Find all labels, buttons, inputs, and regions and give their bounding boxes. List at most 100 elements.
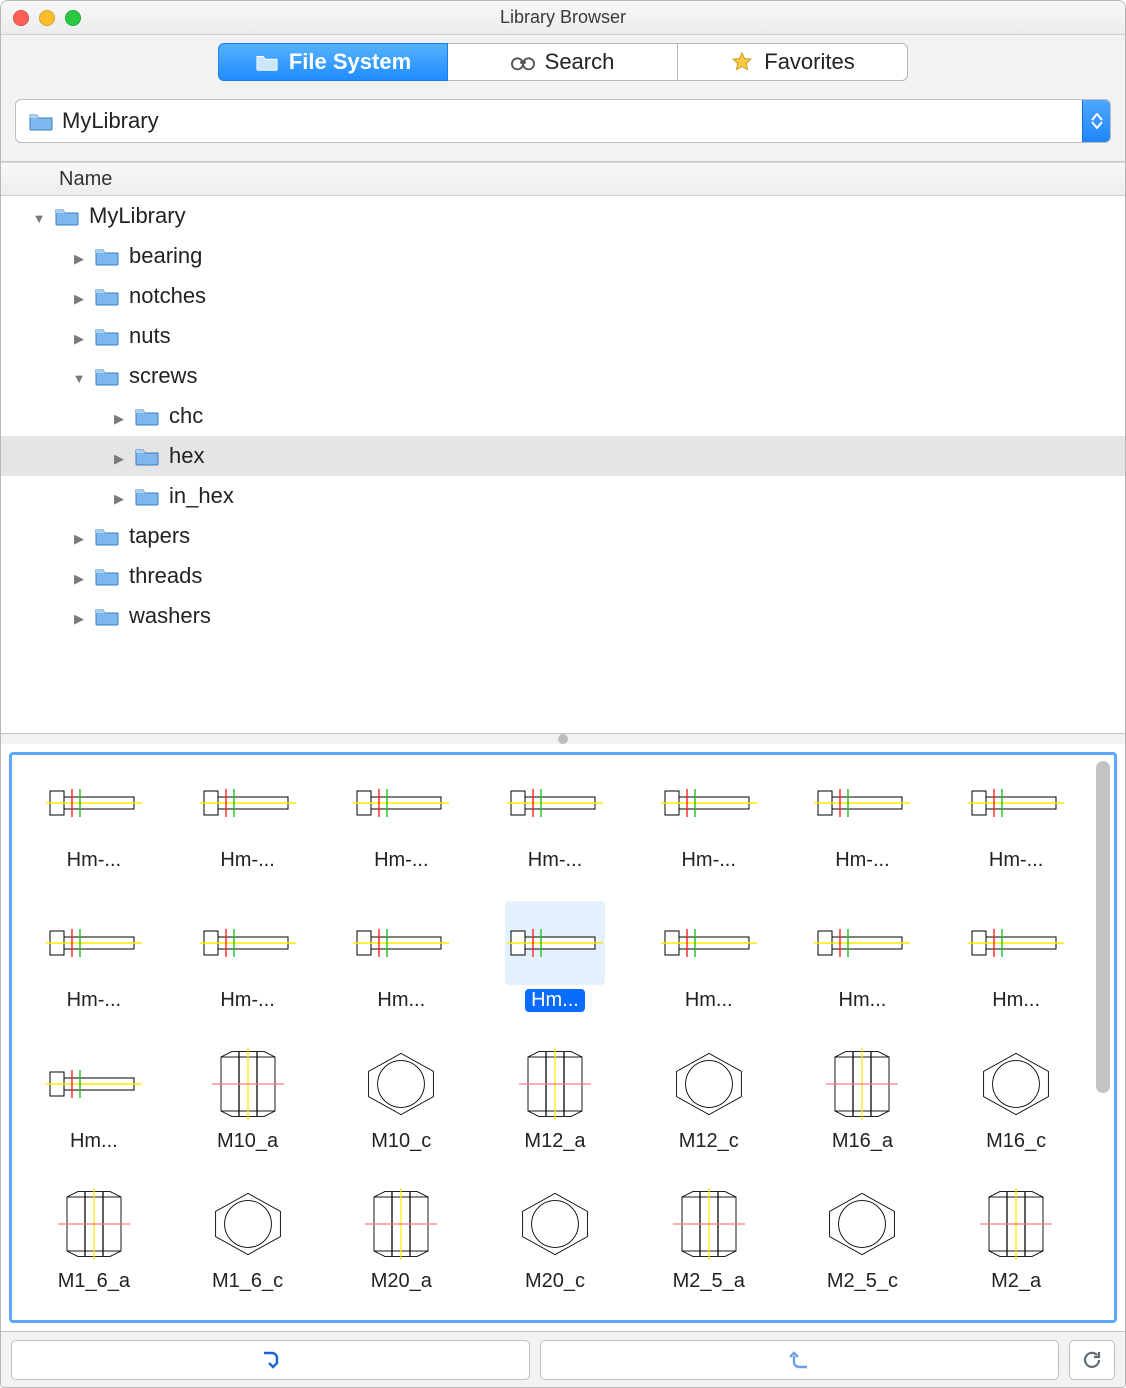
thumbnail-label: Hm-...: [368, 849, 434, 872]
thumbnail-item[interactable]: Hm...: [940, 901, 1092, 1029]
tree-header-name[interactable]: Name: [1, 162, 1125, 196]
thumbnail-preview: [198, 761, 298, 845]
tab-file-system[interactable]: File System: [218, 43, 448, 81]
close-icon[interactable]: [13, 10, 29, 26]
library-browser-window: Library Browser File SystemSearchFavorit…: [0, 0, 1126, 1388]
thumbnail-item[interactable]: M20_a: [325, 1182, 477, 1310]
thumbnail-item[interactable]: Hm...: [787, 901, 939, 1029]
thumbnail-item[interactable]: M2_a: [940, 1182, 1092, 1310]
thumbnail-item[interactable]: M10_a: [172, 1042, 324, 1170]
thumbnail-item[interactable]: M12_c: [633, 1042, 785, 1170]
disclosure-triangle-icon[interactable]: [111, 443, 127, 469]
thumbnail-item[interactable]: M1_6_c: [172, 1182, 324, 1310]
thumbnail-label: M16_a: [826, 1130, 899, 1153]
thumbnail-item[interactable]: Hm-...: [172, 761, 324, 889]
thumbnail-label: Hm-...: [983, 849, 1049, 872]
thumbnail-label: M10_c: [365, 1130, 437, 1153]
thumbnail-preview: [505, 761, 605, 845]
path-label: MyLibrary: [58, 108, 1082, 134]
folder-icon: [95, 566, 121, 586]
folder-icon: [55, 206, 81, 226]
thumbnail-item[interactable]: Hm...: [325, 901, 477, 1029]
disclosure-triangle-icon[interactable]: [71, 243, 87, 269]
thumbnail-item[interactable]: M1_6_a: [18, 1182, 170, 1310]
disclosure-triangle-icon[interactable]: [71, 283, 87, 309]
thumbnail-preview: [812, 761, 912, 845]
tree-row-label: MyLibrary: [89, 203, 186, 229]
thumbnail-item[interactable]: Hm-...: [787, 761, 939, 889]
thumbnail-item[interactable]: Hm...: [479, 901, 631, 1029]
tree-row-tapers[interactable]: tapers: [1, 516, 1125, 556]
thumbnail-item[interactable]: Hm...: [18, 1042, 170, 1170]
thumbnail-preview: [351, 901, 451, 985]
tree-row-hex[interactable]: hex: [1, 436, 1125, 476]
thumbnail-item[interactable]: Hm-...: [18, 901, 170, 1029]
thumbnail-item[interactable]: Hm...: [633, 901, 785, 1029]
insert-up-button[interactable]: [540, 1340, 1059, 1380]
disclosure-triangle-icon[interactable]: [71, 363, 87, 389]
thumbnail-item[interactable]: M2_5_a: [633, 1182, 785, 1310]
folder-icon: [95, 606, 121, 626]
refresh-button[interactable]: [1069, 1340, 1115, 1380]
thumbnail-item[interactable]: M20_c: [479, 1182, 631, 1310]
tab-favorites[interactable]: Favorites: [678, 43, 908, 81]
disclosure-triangle-icon[interactable]: [71, 563, 87, 589]
thumbnail-preview: [44, 761, 144, 845]
disclosure-triangle-icon[interactable]: [71, 323, 87, 349]
titlebar: Library Browser: [1, 1, 1125, 35]
tab-search[interactable]: Search: [448, 43, 678, 81]
thumbnail-preview: [659, 901, 759, 985]
path-selector[interactable]: MyLibrary: [15, 99, 1111, 143]
tree-row-label: hex: [169, 443, 204, 469]
tree-row-bearing[interactable]: bearing: [1, 236, 1125, 276]
tree-row-label: washers: [129, 603, 211, 629]
thumbnail-grid[interactable]: Hm-... Hm-... Hm-... Hm-... Hm-... Hm-..…: [18, 761, 1108, 1320]
disclosure-triangle-icon[interactable]: [111, 483, 127, 509]
tree-row-threads[interactable]: threads: [1, 556, 1125, 596]
dropdown-stepper-icon[interactable]: [1082, 100, 1110, 142]
disclosure-triangle-icon[interactable]: [71, 603, 87, 629]
maximize-icon[interactable]: [65, 10, 81, 26]
thumbnail-item[interactable]: M10_c: [325, 1042, 477, 1170]
tree-row-nuts[interactable]: nuts: [1, 316, 1125, 356]
thumbnail-preview: [966, 761, 1066, 845]
tree-row-label: tapers: [129, 523, 190, 549]
thumbnail-label: Hm...: [371, 989, 431, 1012]
disclosure-triangle-icon[interactable]: [111, 403, 127, 429]
folder-tree[interactable]: MyLibrary bearing notchesnutsscrewschc hex i…: [1, 196, 1125, 733]
thumbnail-label: M20_c: [519, 1270, 591, 1293]
thumbnail-item[interactable]: Hm-...: [172, 901, 324, 1029]
thumbnail-item[interactable]: Hm-...: [633, 761, 785, 889]
arrow-up-left-icon: [789, 1349, 811, 1371]
thumbnail-item[interactable]: M2_5_c: [787, 1182, 939, 1310]
insert-down-button[interactable]: [11, 1340, 530, 1380]
tree-row-chc[interactable]: chc: [1, 396, 1125, 436]
thumbnail-preview: [351, 1182, 451, 1266]
thumbnail-item[interactable]: Hm-...: [325, 761, 477, 889]
minimize-icon[interactable]: [39, 10, 55, 26]
thumbnail-preview: [505, 1182, 605, 1266]
thumbnail-item[interactable]: M16_a: [787, 1042, 939, 1170]
thumbnail-item[interactable]: Hm-...: [479, 761, 631, 889]
thumbnail-item[interactable]: Hm-...: [18, 761, 170, 889]
thumbnail-item[interactable]: Hm-...: [940, 761, 1092, 889]
tree-row-label: in_hex: [169, 483, 234, 509]
splitter-handle[interactable]: [1, 734, 1125, 744]
disclosure-triangle-icon[interactable]: [31, 203, 47, 229]
scrollbar[interactable]: [1096, 761, 1110, 1314]
tree-row-label: bearing: [129, 243, 202, 269]
tree-row-in_hex[interactable]: in_hex: [1, 476, 1125, 516]
thumbnail-item[interactable]: M16_c: [940, 1042, 1092, 1170]
disclosure-triangle-icon[interactable]: [71, 523, 87, 549]
thumbnail-label: M1_6_a: [52, 1270, 136, 1293]
tree-row-mylibrary[interactable]: MyLibrary: [1, 196, 1125, 236]
tree-row-screws[interactable]: screws: [1, 356, 1125, 396]
thumbnail-label: M2_5_c: [821, 1270, 904, 1293]
tree-row-notches[interactable]: notches: [1, 276, 1125, 316]
tree-row-washers[interactable]: washers: [1, 596, 1125, 636]
thumbnail-label: M1_6_c: [206, 1270, 289, 1293]
thumbnail-item[interactable]: M12_a: [479, 1042, 631, 1170]
thumbnail-preview: [966, 901, 1066, 985]
folder-icon: [95, 366, 121, 386]
thumbnail-label: Hm-...: [214, 849, 280, 872]
